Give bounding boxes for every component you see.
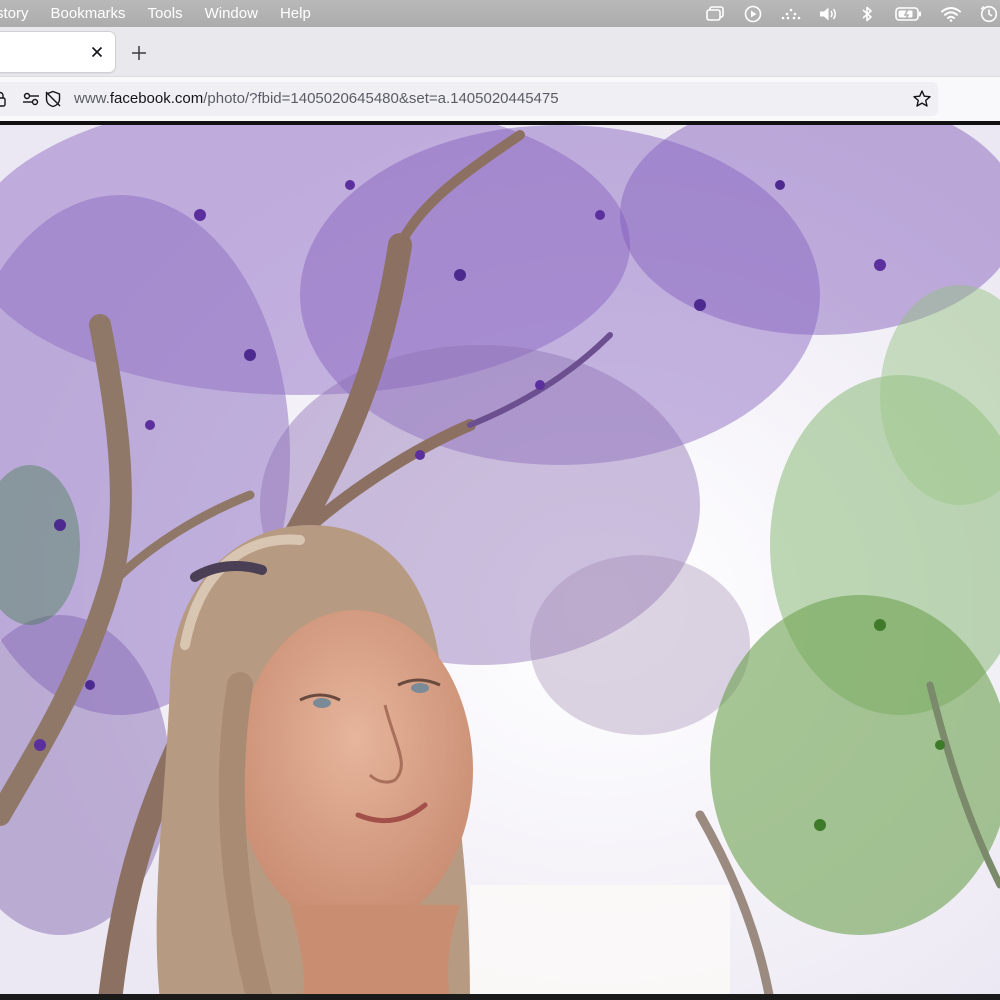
menu-items: story Bookmarks Tools Window Help	[0, 0, 322, 27]
play-icon[interactable]	[742, 5, 764, 23]
close-icon[interactable]	[89, 44, 105, 60]
navigation-bar: www.facebook.com/photo/?fbid=14050206454…	[0, 77, 1000, 121]
background-building	[470, 885, 730, 1000]
bookmark-star-icon[interactable]	[912, 89, 932, 114]
dots-icon[interactable]	[780, 5, 802, 23]
menu-bar: story Bookmarks Tools Window Help	[0, 0, 1000, 27]
status-area	[696, 0, 1000, 27]
wifi-icon[interactable]	[940, 5, 962, 23]
menu-history[interactable]: story	[0, 0, 40, 27]
plus-icon[interactable]	[130, 44, 148, 62]
bottom-border	[0, 994, 1000, 1000]
photo-image	[0, 125, 1000, 1000]
tracking-protection-icon[interactable]	[44, 90, 62, 113]
tab-strip	[0, 27, 1000, 77]
url-text[interactable]: www.facebook.com/photo/?fbid=14050206454…	[74, 90, 559, 107]
window-icon[interactable]	[704, 5, 726, 23]
active-tab[interactable]	[0, 32, 115, 72]
menu-tools[interactable]: Tools	[137, 0, 194, 27]
clock-icon[interactable]	[978, 5, 1000, 23]
photo-viewer[interactable]	[0, 125, 1000, 1000]
menu-window[interactable]: Window	[194, 0, 269, 27]
volume-icon[interactable]	[818, 5, 840, 23]
url-path: /photo/?fbid=1405020645480&set=a.1405020…	[203, 90, 559, 107]
url-domain: facebook.com	[109, 90, 204, 107]
url-prefix: www.	[74, 90, 110, 107]
battery-icon[interactable]	[894, 5, 924, 23]
permissions-icon[interactable]	[22, 91, 40, 112]
lock-icon[interactable]	[0, 91, 6, 112]
menu-bookmarks[interactable]: Bookmarks	[40, 0, 137, 27]
url-bar[interactable]: www.facebook.com/photo/?fbid=14050206454…	[0, 82, 938, 116]
menu-help[interactable]: Help	[269, 0, 322, 27]
bluetooth-icon[interactable]	[856, 5, 878, 23]
